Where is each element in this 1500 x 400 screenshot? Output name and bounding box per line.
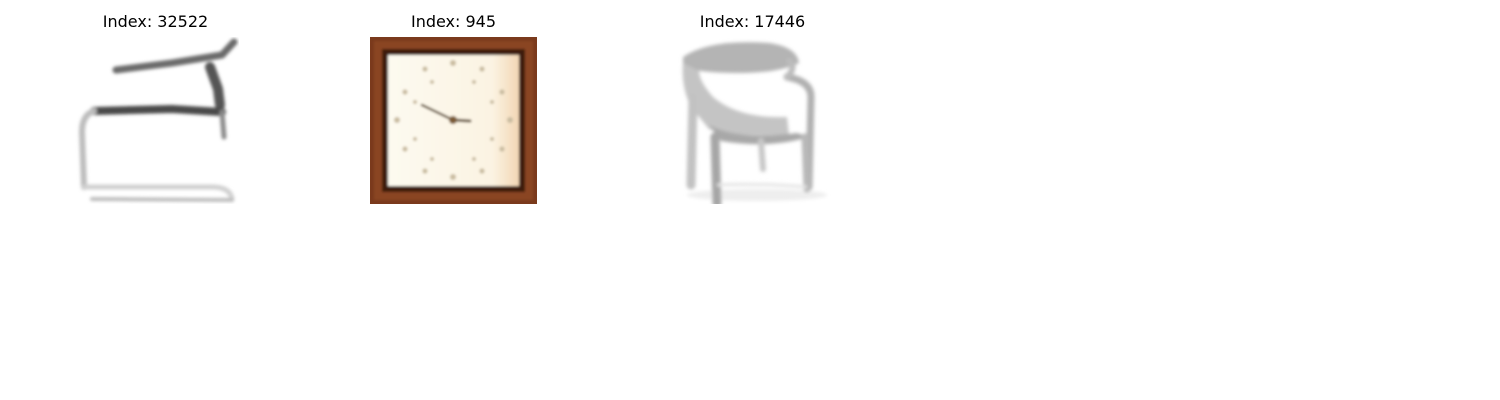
panel-title: Index: 32522	[102, 12, 209, 31]
cantilever-chair-image	[72, 37, 239, 204]
wall-clock-image	[370, 37, 537, 204]
armchair-image	[669, 37, 836, 204]
cantilever-chair-picture	[72, 37, 239, 204]
wall-clock-picture	[370, 37, 537, 204]
panel-title: Index: 945	[410, 12, 497, 31]
armchair-picture	[669, 37, 836, 204]
panel-title: Index: 17446	[699, 12, 806, 31]
